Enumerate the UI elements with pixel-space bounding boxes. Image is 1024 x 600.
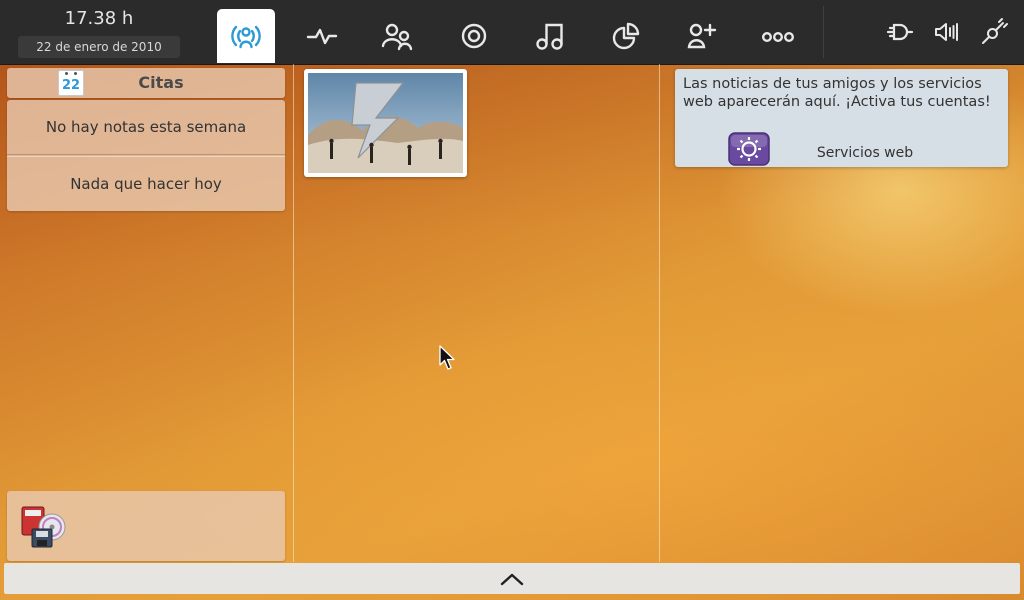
volume-control[interactable]: [933, 18, 961, 46]
three-circles-icon: [762, 31, 795, 42]
plug-icon: [886, 23, 914, 41]
web-services-button[interactable]: Servicios web: [785, 145, 945, 161]
clock-date: 22 de enero de 2010: [18, 36, 180, 58]
desert-photo: [308, 73, 463, 173]
tab-myzone[interactable]: [217, 9, 275, 63]
clock-time: 17.38 h: [64, 8, 134, 29]
calendar-day: 22: [61, 78, 81, 93]
top-panel: 17.38 h 22 de enero de 2010: [0, 0, 1024, 65]
tab-internet[interactable]: [445, 9, 503, 63]
power-status[interactable]: [886, 18, 914, 46]
divider: [7, 154, 285, 155]
tab-status[interactable]: [293, 9, 351, 63]
toolbar-separator: [823, 6, 824, 58]
web-services-panel: Las noticias de tus amigos y los servici…: [675, 69, 1008, 167]
tab-people[interactable]: [368, 9, 426, 63]
web-services-icon[interactable]: [727, 131, 771, 167]
tab-pasteboard[interactable]: [597, 9, 655, 63]
tab-applications[interactable]: [673, 9, 731, 63]
people-icon: [381, 23, 413, 51]
clock: 17.38 h 22 de enero de 2010: [18, 6, 180, 58]
broadcast-person-icon: [231, 25, 261, 49]
volume-icon: [935, 23, 958, 41]
music-note-icon: [536, 23, 563, 50]
appointments-header: Citas 22: [7, 68, 285, 98]
no-notes-item[interactable]: No hay notas esta semana: [7, 100, 285, 154]
tab-zones[interactable]: [749, 9, 807, 63]
pie-chart-icon: [612, 22, 640, 50]
recent-photo-thumbnail[interactable]: [304, 69, 467, 177]
chevron-up-icon: [500, 573, 524, 585]
calendar-icon: 22: [58, 70, 84, 96]
pulse-icon: [306, 28, 338, 45]
mouse-pointer-icon: [439, 345, 455, 370]
add-person-icon: [687, 23, 717, 49]
connection-icon: [982, 18, 1008, 44]
appointments-title: Citas: [138, 73, 184, 92]
bottom-expand-bar[interactable]: [4, 563, 1020, 594]
column-divider-left: [293, 64, 294, 562]
network-status[interactable]: [980, 18, 1008, 46]
tab-media[interactable]: [521, 9, 579, 63]
column-divider-right: [659, 64, 660, 562]
media-devices-icon[interactable]: [16, 501, 68, 551]
web-services-message: Las noticias de tus amigos y los servici…: [683, 76, 991, 110]
target-icon: [461, 23, 487, 49]
nothing-todo-item[interactable]: Nada que hacer hoy: [7, 157, 285, 211]
